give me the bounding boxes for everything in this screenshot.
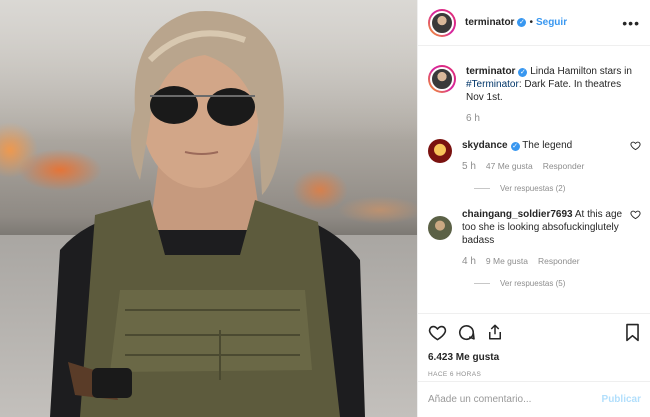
likes-count[interactable]: 6.423 Me gusta [428, 352, 641, 363]
comment-time[interactable]: 4 h [462, 255, 476, 268]
publish-button[interactable]: Publicar [602, 394, 641, 405]
comment-likes[interactable]: 9 Me gusta [486, 255, 528, 268]
share-icon[interactable] [486, 323, 504, 341]
post-timestamp[interactable]: HACE 6 HORAS [428, 371, 641, 378]
replies-divider [474, 283, 490, 284]
caption-hashtag[interactable]: #Terminator [466, 79, 519, 90]
post-actions: 6.423 Me gusta HACE 6 HORAS [418, 313, 650, 378]
comment-time[interactable]: 5 h [462, 160, 476, 173]
commenter-avatar[interactable] [428, 139, 452, 163]
follow-button[interactable]: Seguir [536, 17, 567, 28]
caption-text-before: Linda Hamilton stars in [527, 66, 632, 77]
header-separator: • [529, 17, 533, 28]
bookmark-icon[interactable] [624, 323, 641, 342]
comment-like-heart-icon[interactable] [630, 209, 641, 220]
author-username[interactable]: terminator [465, 17, 514, 28]
comment-input[interactable] [428, 394, 602, 405]
caption-author-avatar[interactable] [428, 65, 456, 93]
comment-text: The legend [519, 140, 573, 151]
reply-button[interactable]: Responder [543, 160, 585, 173]
post-photo[interactable] [0, 0, 417, 417]
comment-username[interactable]: skydance [462, 140, 508, 151]
comment-meta: 5 h 47 Me gusta Responder [462, 160, 630, 173]
reply-button[interactable]: Responder [538, 255, 580, 268]
comment-icon[interactable] [457, 323, 476, 342]
view-replies-button[interactable]: Ver respuestas (5) [474, 279, 641, 288]
post-header: terminator ✓ • Seguir ••• [418, 0, 650, 46]
comment-item: skydance ✓ The legend 5 h 47 Me gusta Res… [428, 139, 641, 173]
comment-like-heart-icon[interactable] [630, 140, 641, 151]
verified-badge-icon: ✓ [510, 142, 520, 151]
comment-likes[interactable]: 47 Me gusta [486, 160, 533, 173]
verified-badge-icon: ✓ [517, 18, 527, 27]
instagram-post: terminator ✓ • Seguir ••• terminator ✓ Li… [0, 0, 650, 417]
replies-divider [474, 188, 490, 189]
add-comment-bar: Publicar [418, 381, 650, 417]
commenter-avatar[interactable] [428, 216, 452, 240]
heart-icon[interactable] [428, 323, 447, 342]
caption-time[interactable]: 6 h [466, 112, 480, 125]
comment-meta: 4 h 9 Me gusta Responder [462, 255, 630, 268]
caption-meta: 6 h [466, 112, 641, 125]
photo-subject [50, 11, 365, 417]
view-replies-label[interactable]: Ver respuestas (5) [500, 279, 565, 288]
caption: terminator ✓ Linda Hamilton stars in #Ter… [428, 65, 641, 125]
author-avatar[interactable] [428, 8, 456, 37]
post-panel: terminator ✓ • Seguir ••• terminator ✓ Li… [417, 0, 650, 417]
comment-item: chaingang_soldier7693 At this age too sh… [428, 208, 641, 268]
more-horizontal-icon[interactable]: ••• [622, 15, 640, 31]
view-replies-button[interactable]: Ver respuestas (2) [474, 184, 641, 193]
comments-list[interactable]: terminator ✓ Linda Hamilton stars in #Ter… [418, 47, 650, 313]
comment-username[interactable]: chaingang_soldier7693 [462, 209, 573, 220]
action-icons [428, 322, 641, 342]
view-replies-label[interactable]: Ver respuestas (2) [500, 184, 565, 193]
caption-username[interactable]: terminator [466, 66, 515, 77]
